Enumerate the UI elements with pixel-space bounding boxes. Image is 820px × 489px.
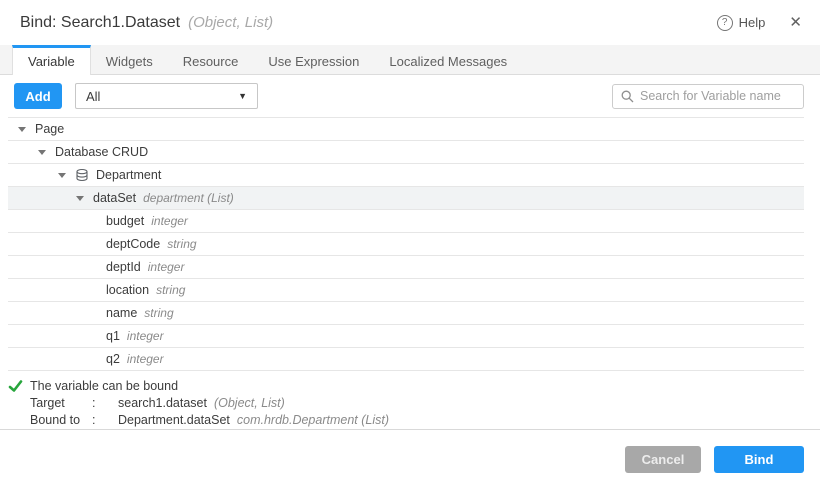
tree-node-label: budget xyxy=(106,214,144,228)
tree-node-label: Page xyxy=(35,122,64,136)
tab-use-expression[interactable]: Use Expression xyxy=(253,45,374,74)
tree-node-label: location xyxy=(106,283,149,297)
status-colon: : xyxy=(92,395,118,412)
tree-node-label: name xyxy=(106,306,137,320)
tree-row-q1[interactable]: q1 integer xyxy=(8,325,804,348)
status-label: Bound to xyxy=(30,412,92,429)
status-value: Department.dataSet xyxy=(118,413,230,427)
dialog-subtitle: (Object, List) xyxy=(188,14,273,31)
tree-row-database-crud[interactable]: Database CRUD xyxy=(8,141,804,164)
dialog-header: Bind: Search1.Dataset (Object, List) ? H… xyxy=(0,0,820,45)
help-icon[interactable]: ? xyxy=(717,15,733,31)
tab-variable[interactable]: Variable xyxy=(12,45,91,75)
check-icon xyxy=(8,379,30,393)
tree-node-label: Database CRUD xyxy=(55,145,148,159)
tree-node-label: q2 xyxy=(106,352,120,366)
tab-resource[interactable]: Resource xyxy=(168,45,254,74)
variable-tree: Page Database CRUD Department dataSet de… xyxy=(8,117,804,371)
tree-node-type: department (List) xyxy=(143,191,234,205)
expand-arrow-icon[interactable] xyxy=(18,127,26,132)
bind-status-panel: The variable can be bound Target : searc… xyxy=(0,371,820,429)
tree-node-type: integer xyxy=(127,352,164,366)
bind-button[interactable]: Bind xyxy=(714,446,804,473)
cancel-button[interactable]: Cancel xyxy=(625,446,701,473)
status-message: The variable can be bound xyxy=(30,379,178,393)
tree-row-q2[interactable]: q2 integer xyxy=(8,348,804,371)
database-icon xyxy=(75,168,89,182)
expand-arrow-icon[interactable] xyxy=(58,173,66,178)
tab-bar: Variable Widgets Resource Use Expression… xyxy=(0,45,820,75)
variable-filter-dropdown[interactable]: All ▼ xyxy=(75,83,258,109)
toolbar: Add All ▼ xyxy=(0,75,820,117)
status-value: search1.dataset xyxy=(118,396,207,410)
search-field[interactable] xyxy=(612,84,804,109)
tree-node-type: string xyxy=(144,306,173,320)
tree-node-label: dataSet xyxy=(93,191,136,205)
tree-node-label: deptCode xyxy=(106,237,160,251)
status-target-row: Target : search1.dataset (Object, List) xyxy=(30,395,804,412)
tree-node-type: string xyxy=(167,237,196,251)
tab-widgets[interactable]: Widgets xyxy=(91,45,168,74)
close-icon[interactable]: ✕ xyxy=(789,15,802,30)
search-input[interactable] xyxy=(640,89,801,103)
tree-row-page[interactable]: Page xyxy=(8,118,804,141)
tree-row-location[interactable]: location string xyxy=(8,279,804,302)
status-detail: com.hrdb.Department (List) xyxy=(237,413,389,427)
dialog-footer: Cancel Bind xyxy=(0,429,820,488)
tree-node-label: q1 xyxy=(106,329,120,343)
tree-row-department[interactable]: Department xyxy=(8,164,804,187)
tree-row-deptcode[interactable]: deptCode string xyxy=(8,233,804,256)
status-label: Target xyxy=(30,395,92,412)
tree-row-name[interactable]: name string xyxy=(8,302,804,325)
dialog-title: Bind: Search1.Dataset xyxy=(20,14,180,32)
tree-row-budget[interactable]: budget integer xyxy=(8,210,804,233)
expand-arrow-icon[interactable] xyxy=(76,196,84,201)
status-colon: : xyxy=(92,412,118,429)
expand-arrow-icon[interactable] xyxy=(38,150,46,155)
tree-node-type: integer xyxy=(127,329,164,343)
chevron-down-icon: ▼ xyxy=(238,91,247,101)
tree-node-type: string xyxy=(156,283,185,297)
tree-node-label: Department xyxy=(96,168,161,182)
search-icon xyxy=(621,90,634,103)
help-label[interactable]: Help xyxy=(739,15,766,30)
add-button[interactable]: Add xyxy=(14,83,62,109)
tree-node-type: integer xyxy=(148,260,185,274)
status-detail: (Object, List) xyxy=(214,396,285,410)
tree-row-deptid[interactable]: deptId integer xyxy=(8,256,804,279)
tree-row-dataset[interactable]: dataSet department (List) xyxy=(8,187,804,210)
tree-node-label: deptId xyxy=(106,260,141,274)
tree-node-type: integer xyxy=(151,214,188,228)
tab-localized-messages[interactable]: Localized Messages xyxy=(374,45,522,74)
status-bound-row: Bound to : Department.dataSet com.hrdb.De… xyxy=(30,412,804,429)
filter-selected-value: All xyxy=(86,89,100,104)
